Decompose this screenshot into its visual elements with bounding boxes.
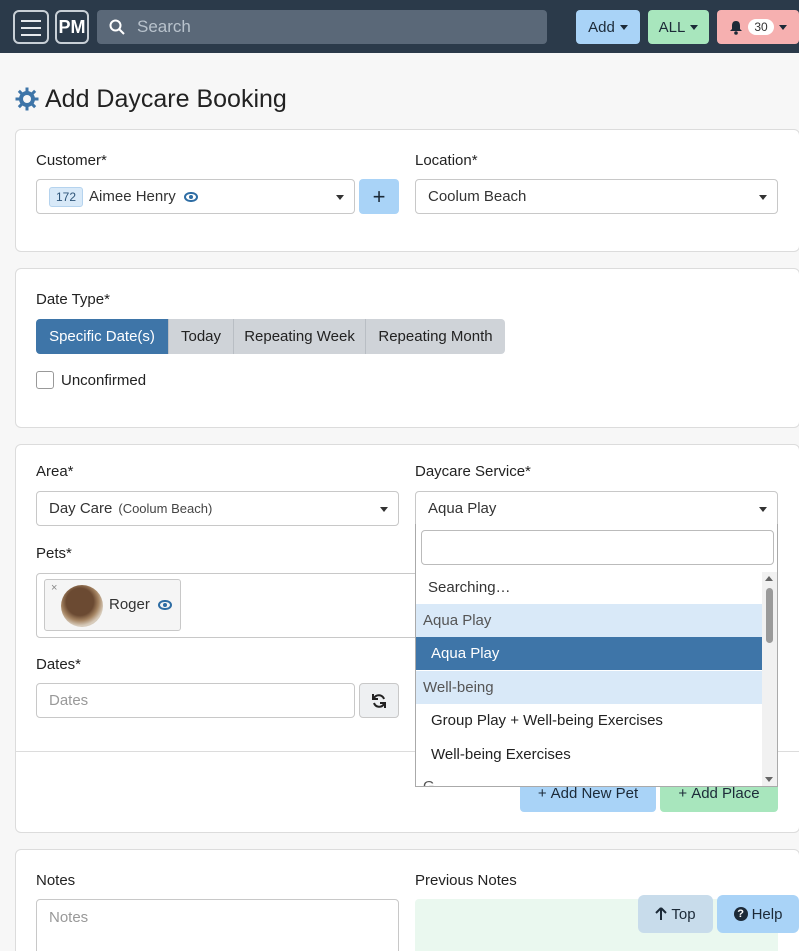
bell-icon bbox=[730, 20, 743, 35]
eye-icon[interactable] bbox=[183, 191, 198, 202]
date-type-label: Date Type* bbox=[36, 291, 110, 308]
dropdown-search-input[interactable] bbox=[421, 530, 774, 565]
area-label: Area* bbox=[36, 463, 74, 480]
add-customer-button[interactable]: + bbox=[359, 179, 399, 214]
refresh-dates-button[interactable] bbox=[359, 683, 399, 718]
pet-avatar bbox=[61, 585, 103, 627]
dropdown-searching-text: Searching… bbox=[428, 579, 511, 596]
arrow-up-icon bbox=[655, 907, 668, 920]
refresh-icon bbox=[372, 693, 386, 708]
daycare-service-dropdown: Searching… Aqua Play Aqua Play Well-bein… bbox=[415, 524, 778, 787]
notifications-button[interactable]: 30 bbox=[717, 10, 799, 44]
hamburger-menu-icon[interactable] bbox=[13, 10, 49, 44]
location-label: Location* bbox=[415, 152, 478, 169]
scroll-down-icon[interactable] bbox=[765, 777, 773, 782]
previous-notes-label: Previous Notes bbox=[415, 872, 517, 889]
caret-down-icon bbox=[778, 24, 787, 30]
question-circle-icon: ? bbox=[733, 907, 748, 921]
remove-pet-icon[interactable]: × bbox=[51, 582, 57, 594]
notes-label: Notes bbox=[36, 872, 76, 889]
caret-down-icon bbox=[690, 24, 699, 30]
dates-input[interactable]: Dates bbox=[36, 683, 355, 718]
scroll-up-icon[interactable] bbox=[765, 576, 773, 581]
plus-icon: + bbox=[678, 785, 688, 802]
chevron-down-icon bbox=[380, 507, 388, 512]
customer-name: Aimee Henry bbox=[89, 188, 176, 205]
dropdown-group-aqua-play: Aqua Play bbox=[416, 604, 763, 637]
daycare-service-value: Aqua Play bbox=[428, 500, 497, 517]
customer-select[interactable]: 172 Aimee Henry bbox=[36, 179, 355, 214]
location-value: Coolum Beach bbox=[428, 188, 527, 205]
dropdown-option-aqua-play[interactable]: Aqua Play bbox=[416, 637, 763, 670]
help-button-label: Help bbox=[751, 905, 783, 923]
customer-id-badge: 172 bbox=[49, 186, 84, 207]
search-box bbox=[97, 10, 547, 44]
dates-label: Dates* bbox=[36, 656, 82, 673]
caret-down-icon bbox=[619, 24, 628, 30]
add-button-label: Add bbox=[588, 18, 615, 36]
app-logo[interactable]: PM bbox=[55, 10, 89, 44]
pet-name: Roger bbox=[109, 596, 173, 613]
add-new-pet-label: Add New Pet bbox=[550, 785, 639, 802]
chevron-down-icon bbox=[336, 195, 344, 200]
area-select[interactable]: Day Care (Coolum Beach) bbox=[36, 491, 399, 526]
all-button-label: ALL bbox=[658, 18, 686, 36]
daycare-service-select[interactable]: Aqua Play bbox=[415, 491, 778, 526]
top-button-label: Top bbox=[671, 905, 696, 923]
location-select[interactable]: Coolum Beach bbox=[415, 179, 778, 214]
date-type-repeating-week[interactable]: Repeating Week bbox=[233, 319, 365, 354]
dropdown-scrollbar[interactable] bbox=[762, 572, 777, 786]
chevron-down-icon bbox=[759, 195, 767, 200]
add-place-label: Add Place bbox=[691, 785, 760, 802]
gear-icon bbox=[15, 87, 39, 111]
unconfirmed-label[interactable]: Unconfirmed bbox=[61, 372, 146, 389]
pets-label: Pets* bbox=[36, 545, 72, 562]
area-value: Day Care bbox=[49, 500, 113, 517]
pet-name-text: Roger bbox=[109, 596, 150, 613]
pets-multiselect[interactable]: × Roger bbox=[36, 573, 435, 638]
notes-textarea[interactable]: Notes bbox=[36, 899, 399, 951]
date-type-today[interactable]: Today bbox=[168, 319, 233, 354]
plus-icon: + bbox=[537, 785, 547, 802]
area-location-note: (Coolum Beach) bbox=[118, 501, 213, 516]
search-icon bbox=[109, 19, 125, 35]
top-navbar: PM Add ALL 30 bbox=[0, 0, 799, 53]
date-type-specific[interactable]: Specific Date(s) bbox=[36, 319, 168, 354]
help-button[interactable]: ? Help bbox=[717, 895, 799, 933]
page-title: Add Daycare Booking bbox=[15, 84, 287, 114]
notifications-count-badge: 30 bbox=[748, 19, 774, 35]
unconfirmed-checkbox[interactable] bbox=[36, 371, 54, 389]
all-dropdown-button[interactable]: ALL bbox=[648, 10, 709, 44]
customer-label: Customer* bbox=[36, 152, 107, 169]
date-type-segmented-control: Specific Date(s) Today Repeating Week Re… bbox=[36, 319, 505, 354]
dropdown-option-well-being-exercises[interactable]: Well-being Exercises bbox=[416, 738, 763, 771]
scrollbar-thumb[interactable] bbox=[766, 588, 773, 643]
search-input[interactable] bbox=[137, 10, 537, 44]
scroll-top-button[interactable]: Top bbox=[638, 895, 713, 933]
eye-icon[interactable] bbox=[158, 600, 173, 611]
add-dropdown-button[interactable]: Add bbox=[576, 10, 640, 44]
dropdown-group-partial: G bbox=[423, 778, 435, 787]
daycare-service-label: Daycare Service* bbox=[415, 463, 531, 480]
page-title-text: Add Daycare Booking bbox=[45, 84, 287, 113]
chevron-down-icon bbox=[759, 507, 767, 512]
dropdown-option-group-play-well-being[interactable]: Group Play + Well-being Exercises bbox=[416, 704, 763, 737]
date-type-repeating-month[interactable]: Repeating Month bbox=[365, 319, 505, 354]
dropdown-group-well-being: Well-being bbox=[416, 671, 763, 704]
pet-chip: × Roger bbox=[44, 579, 181, 631]
